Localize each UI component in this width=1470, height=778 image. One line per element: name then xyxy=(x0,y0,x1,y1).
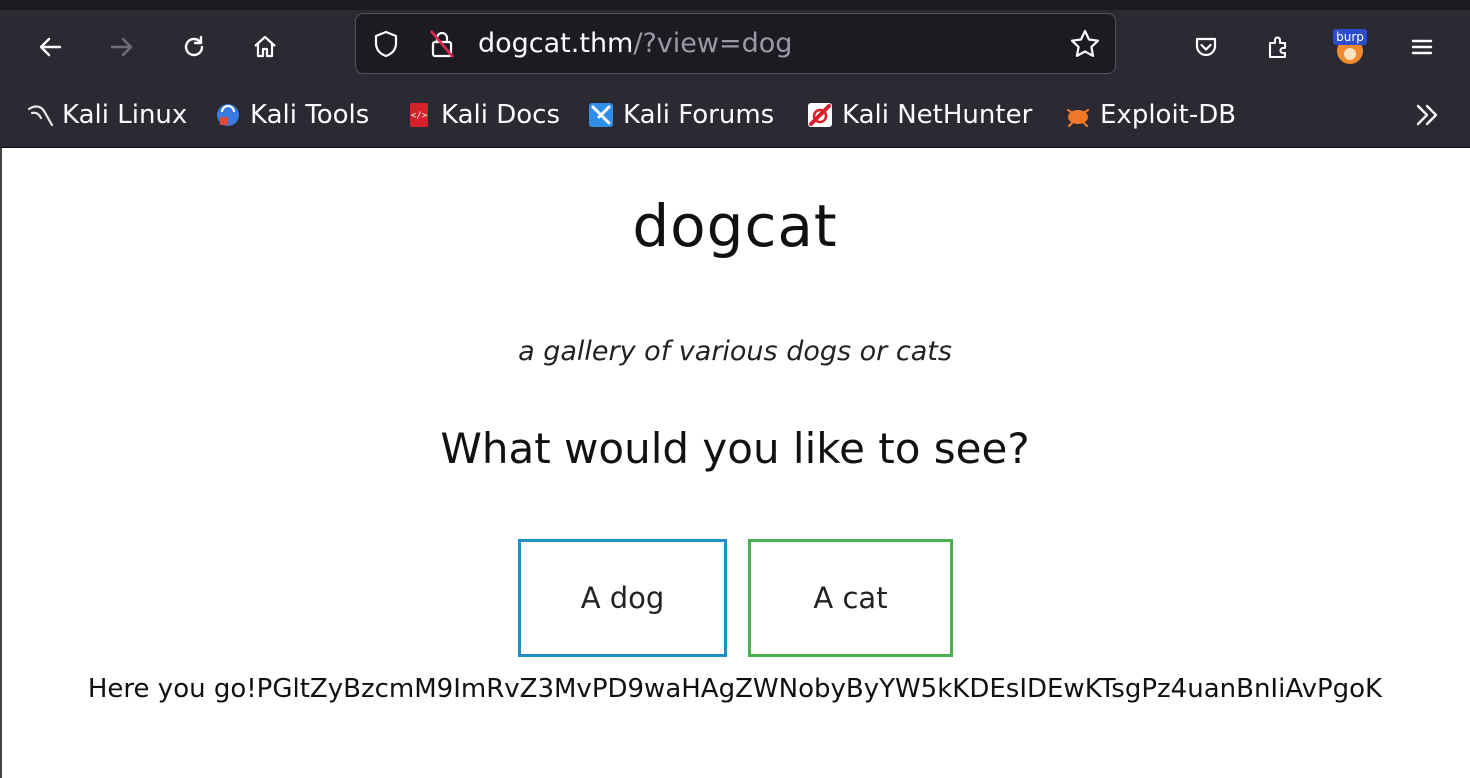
svg-text:</>: </> xyxy=(411,111,428,121)
bookmark-star-icon[interactable] xyxy=(1068,27,1102,61)
puzzle-piece-icon xyxy=(1268,36,1287,59)
pocket-button[interactable] xyxy=(1186,27,1226,67)
kali-tools-icon xyxy=(217,104,239,126)
pocket-icon xyxy=(1195,37,1217,57)
bookmark-label: Kali Docs xyxy=(441,100,561,130)
viewport-left-edge xyxy=(0,148,2,778)
dog-button[interactable]: A dog xyxy=(518,539,727,657)
hamburger-menu-icon xyxy=(1411,39,1433,55)
browser-chrome: dogcat.thm/?view=dog burp Kali Linux Kal… xyxy=(0,0,1470,148)
navigation-toolbar: dogcat.thm/?view=dog burp xyxy=(0,10,1470,82)
reload-button[interactable] xyxy=(174,27,214,67)
burp-extension-icon: burp xyxy=(1333,29,1367,64)
insecure-lock-icon[interactable] xyxy=(426,27,458,61)
forward-button[interactable] xyxy=(102,27,142,67)
reload-icon xyxy=(184,35,204,57)
home-button[interactable] xyxy=(245,27,285,67)
url-text[interactable]: dogcat.thm/?view=dog xyxy=(478,28,792,59)
bookmarks-toolbar: Kali Linux Kali Tools </> Kali Docs Kali… xyxy=(0,82,1470,148)
bookmark-kali-linux[interactable]: Kali Linux xyxy=(26,98,187,132)
bookmarks-overflow-button[interactable] xyxy=(1412,98,1442,132)
cat-button[interactable]: A cat xyxy=(748,539,953,657)
question-heading: What would you like to see? xyxy=(440,424,1030,473)
extensions-button[interactable] xyxy=(1258,27,1298,67)
forward-arrow-icon xyxy=(110,37,133,57)
kali-forums-icon xyxy=(589,103,613,127)
tab-strip xyxy=(0,0,1470,10)
bookmark-kali-forums[interactable]: Kali Forums xyxy=(587,98,774,132)
back-button[interactable] xyxy=(30,27,70,67)
exploit-db-icon xyxy=(1066,108,1090,128)
burp-extension-button[interactable]: burp xyxy=(1330,27,1370,67)
kali-docs-icon: </> xyxy=(410,103,428,127)
bookmark-label: Exploit-DB xyxy=(1100,100,1237,130)
bookmark-kali-tools[interactable]: Kali Tools xyxy=(214,98,369,132)
page-subtitle: a gallery of various dogs or cats xyxy=(518,336,952,367)
bookmark-kali-nethunter[interactable]: Kali NetHunter xyxy=(806,98,1032,132)
bookmark-exploit-db[interactable]: Exploit-DB xyxy=(1064,98,1236,132)
bookmark-label: Kali Forums xyxy=(623,100,775,130)
cat-button-label: A cat xyxy=(813,581,888,615)
bookmark-label: Kali Tools xyxy=(250,100,370,130)
url-bar[interactable]: dogcat.thm/?view=dog xyxy=(355,13,1116,74)
dog-button-label: A dog xyxy=(580,581,665,615)
home-icon xyxy=(254,35,276,58)
back-arrow-icon xyxy=(39,37,62,57)
kali-nethunter-icon xyxy=(808,103,832,127)
burp-badge-text: burp xyxy=(1336,30,1364,44)
bookmark-label: Kali Linux xyxy=(62,100,188,130)
shield-icon[interactable] xyxy=(370,28,402,60)
view-output-text: Here you go!PGltZyBzcmM9ImRvZ3MvPD9waHAg… xyxy=(87,674,1383,704)
bookmark-kali-docs[interactable]: </> Kali Docs xyxy=(405,98,560,132)
chevron-double-right-icon xyxy=(1416,104,1438,126)
app-menu-button[interactable] xyxy=(1402,27,1442,67)
page-title: dogcat xyxy=(632,192,838,260)
url-host: dogcat.thm xyxy=(478,28,634,59)
kali-dragon-icon xyxy=(27,105,54,127)
web-page: dogcat a gallery of various dogs or cats… xyxy=(0,148,1470,778)
bookmark-label: Kali NetHunter xyxy=(842,100,1033,130)
url-path: /?view=dog xyxy=(633,28,793,59)
